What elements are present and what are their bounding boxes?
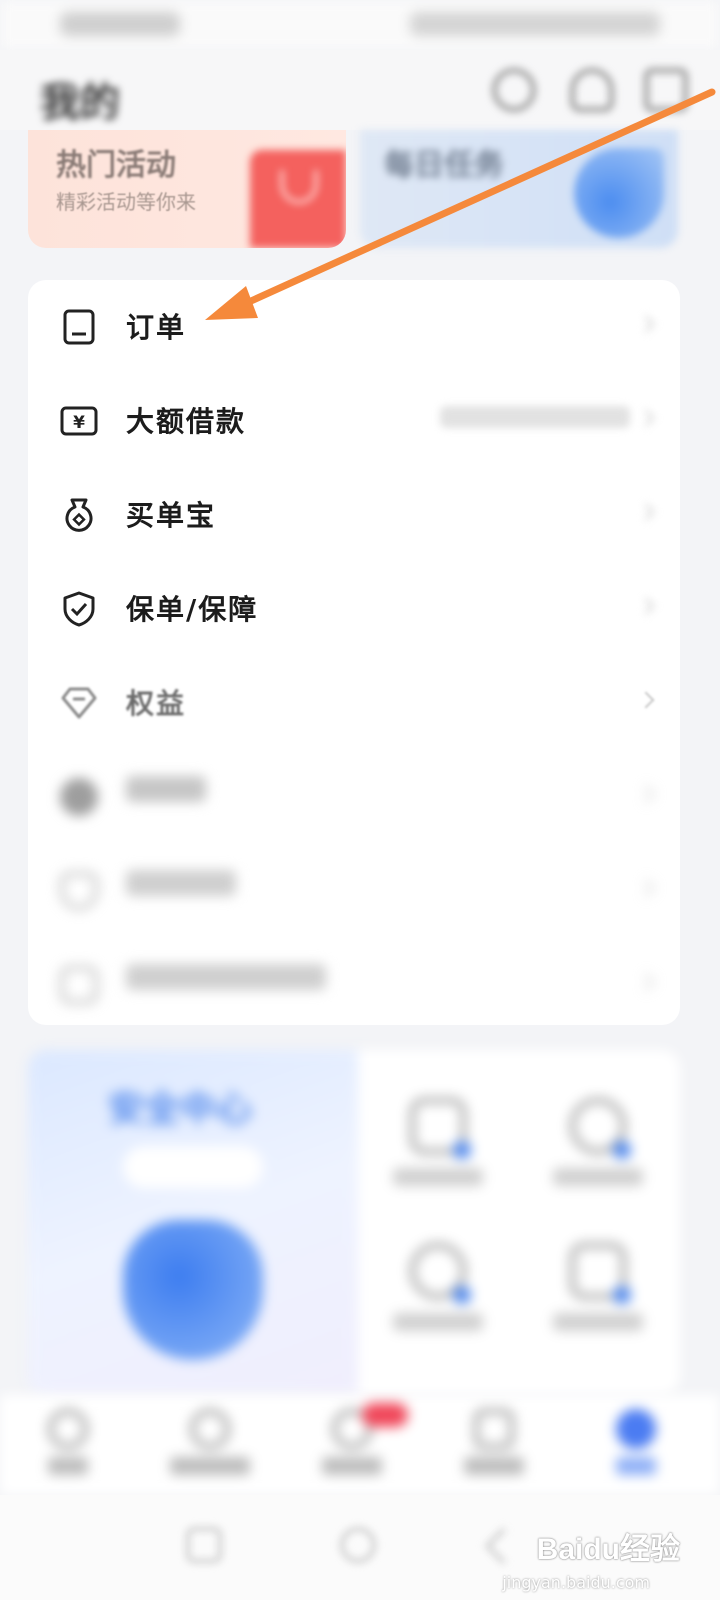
menu-item-label — [126, 870, 236, 896]
task-illustration-icon — [574, 148, 664, 238]
diamond-icon — [60, 684, 98, 722]
home-button[interactable] — [340, 1527, 376, 1563]
chevron-right-icon — [637, 973, 655, 991]
menu-item-blurred-1[interactable] — [28, 750, 680, 844]
chevron-right-icon — [637, 785, 655, 803]
header: 我的 — [0, 50, 720, 130]
user-shield-icon — [570, 1098, 631, 1159]
menu-list: 订单 ¥ 大额借款 买单宝 保单/保障 权益 — [28, 280, 680, 1025]
menu-item-benefits[interactable]: 权益 — [28, 656, 680, 750]
chevron-right-icon — [637, 597, 655, 615]
security-center-card: 安全中心 — [28, 1050, 680, 1395]
menu-item-label: 权益 — [126, 687, 187, 720]
shield-check-icon — [60, 590, 98, 628]
card-icon — [410, 1098, 471, 1159]
menu-item-loan[interactable]: ¥ 大额借款 — [28, 374, 680, 468]
nav-item-profile[interactable] — [576, 1409, 696, 1475]
tile-label — [553, 1313, 643, 1331]
home-icon — [48, 1409, 88, 1449]
nav-item-bag[interactable] — [434, 1409, 554, 1475]
settings-icon[interactable] — [492, 68, 536, 112]
banner-title: 每日任务 — [384, 148, 504, 183]
profile-icon — [616, 1409, 656, 1449]
back-button[interactable] — [484, 1527, 522, 1565]
bag-lock-icon — [570, 1243, 631, 1304]
document-icon — [60, 308, 98, 346]
nav-label — [48, 1457, 88, 1475]
security-button[interactable] — [123, 1146, 263, 1188]
recents-button[interactable] — [186, 1527, 222, 1563]
nav-item-gift[interactable] — [292, 1403, 412, 1475]
security-tile[interactable] — [368, 1235, 508, 1365]
page-title: 我的 — [40, 80, 120, 126]
chevron-right-icon — [637, 879, 655, 897]
bottom-nav — [0, 1395, 720, 1495]
nav-item-home[interactable] — [8, 1409, 128, 1475]
banner-daily-task[interactable]: 每日任务 — [360, 130, 678, 248]
menu-item-blurred-3[interactable] — [28, 938, 680, 1032]
security-tile[interactable] — [368, 1090, 508, 1220]
menu-item-orders[interactable]: 订单 — [28, 280, 680, 374]
svg-text:¥: ¥ — [73, 413, 85, 433]
circle-icon — [60, 778, 98, 816]
wallet-icon — [190, 1409, 230, 1449]
nav-label — [322, 1457, 382, 1475]
banner-hot-activity[interactable]: 热门活动 精彩活动等你来 — [28, 130, 346, 248]
nav-label — [170, 1457, 250, 1475]
tile-label — [393, 1313, 483, 1331]
menu-item-insurance[interactable]: 保单/保障 — [28, 562, 680, 656]
security-title: 安全中心 — [108, 1089, 253, 1130]
shield-icon — [60, 872, 98, 910]
chevron-right-icon — [637, 409, 655, 427]
lock-icon — [60, 966, 98, 1004]
yen-card-icon: ¥ — [60, 402, 98, 440]
security-tile[interactable] — [528, 1235, 668, 1365]
menu-item-label: 订单 — [126, 311, 187, 344]
status-time — [60, 12, 180, 36]
tile-label — [553, 1168, 643, 1186]
security-shield-icon — [123, 1220, 263, 1360]
system-nav-bar: Baidu经验 jingyan.baidu.com — [0, 1495, 720, 1600]
menu-item-label: 大额借款 — [126, 405, 247, 438]
menu-item-label — [126, 776, 206, 802]
menu-item-label — [126, 964, 326, 990]
status-indicators — [410, 12, 660, 36]
chevron-right-icon — [637, 691, 655, 709]
chevron-right-icon — [637, 503, 655, 521]
watermark-logo: Baidu经验 — [536, 1533, 680, 1566]
chevron-right-icon — [637, 315, 655, 333]
nav-label — [616, 1457, 656, 1475]
nav-label — [464, 1457, 524, 1475]
security-center-panel[interactable]: 安全中心 — [28, 1050, 358, 1395]
menu-item-label: 买单宝 — [126, 499, 217, 532]
nav-item-wallet[interactable] — [150, 1409, 270, 1475]
watermark-url: jingyan.baidu.com — [502, 1573, 650, 1592]
menu-icon[interactable] — [644, 68, 688, 112]
menu-item-maidanbao[interactable]: 买单宝 — [28, 468, 680, 562]
search-icon — [410, 1243, 471, 1304]
bag-icon — [474, 1409, 514, 1449]
banner-subtitle: 精彩活动等你来 — [56, 190, 196, 214]
status-bar — [0, 0, 720, 50]
security-tile[interactable] — [528, 1090, 668, 1220]
menu-item-label: 保单/保障 — [126, 593, 259, 626]
headset-icon[interactable] — [570, 68, 614, 112]
money-bag-icon — [60, 496, 98, 534]
banner-title: 热门活动 — [56, 148, 176, 183]
nav-badge — [362, 1403, 408, 1427]
menu-item-value — [440, 406, 630, 428]
tile-label — [393, 1168, 483, 1186]
menu-item-blurred-2[interactable] — [28, 844, 680, 938]
